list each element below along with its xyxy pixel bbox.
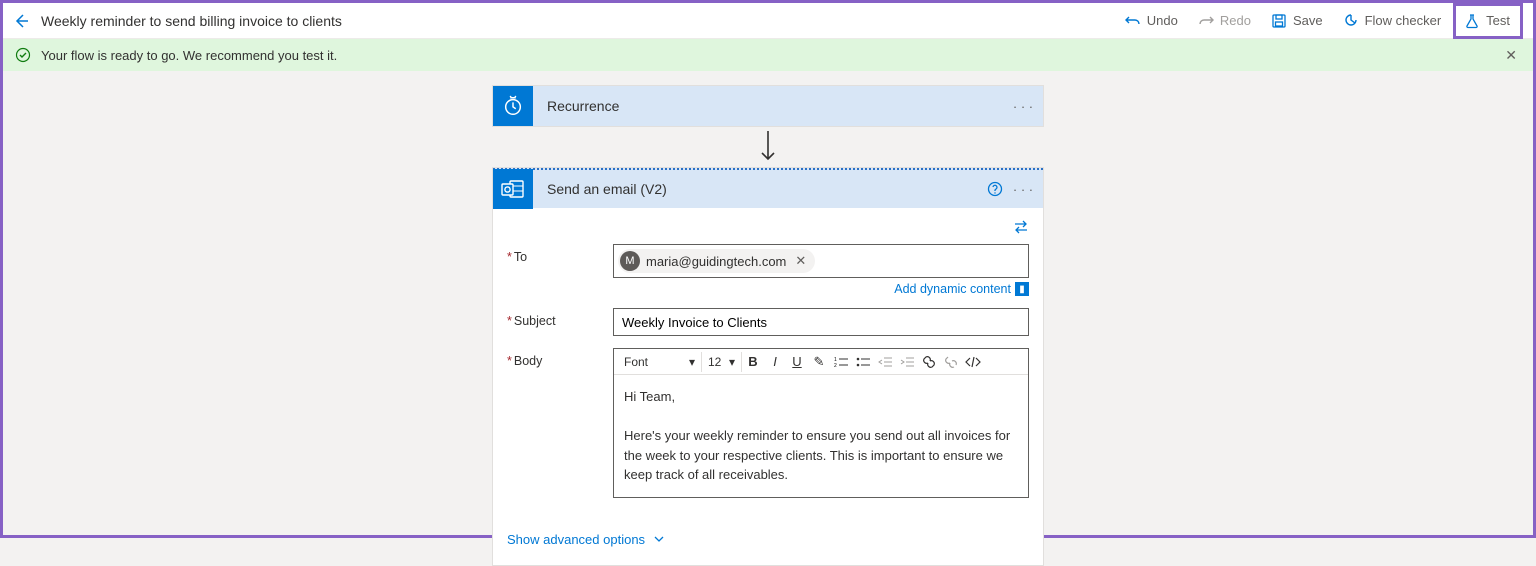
bullet-list-icon (856, 356, 870, 368)
outdent-icon (878, 356, 892, 368)
chevron-down-icon (653, 534, 665, 544)
test-button-highlight: Test (1453, 3, 1523, 39)
numbered-list-icon: 12 (834, 356, 848, 368)
body-editor[interactable]: Hi Team, Here's your weekly reminder to … (614, 375, 1028, 497)
font-selector[interactable]: Font ▾ (618, 352, 702, 372)
redo-label: Redo (1220, 13, 1251, 28)
flow-connector (759, 127, 777, 167)
outdent-button[interactable] (874, 352, 896, 372)
code-icon (965, 356, 981, 368)
bold-button[interactable]: B (742, 352, 764, 372)
numbered-list-button[interactable]: 12 (830, 352, 852, 372)
subject-label: *Subject (507, 308, 613, 328)
recurrence-menu-button[interactable]: · · · (1009, 92, 1037, 120)
recipient-chip[interactable]: M maria@guidingtech.com ✕ (618, 249, 815, 273)
swap-button[interactable] (1013, 220, 1029, 234)
close-icon: ✕ (795, 253, 806, 268)
add-dynamic-content-link[interactable]: Add dynamic content (894, 282, 1011, 296)
code-view-button[interactable] (962, 352, 984, 372)
chevron-down-icon: ▾ (689, 355, 695, 369)
send-email-card: Send an email (V2) · · · *To (492, 167, 1044, 566)
indent-button[interactable] (896, 352, 918, 372)
unlink-button[interactable] (940, 352, 962, 372)
show-advanced-options-link[interactable]: Show advanced options (507, 532, 665, 547)
avatar: M (620, 251, 640, 271)
ready-banner: Your flow is ready to go. We recommend y… (3, 39, 1533, 71)
remove-chip-button[interactable]: ✕ (792, 253, 809, 269)
bold-icon: B (748, 354, 757, 369)
send-email-header[interactable]: Send an email (V2) · · · (493, 168, 1043, 208)
send-email-menu-button[interactable]: · · · (1009, 175, 1037, 203)
redo-icon (1198, 13, 1214, 29)
save-button[interactable]: Save (1263, 7, 1331, 35)
check-circle-icon (15, 47, 31, 63)
recipient-email: maria@guidingtech.com (646, 254, 786, 269)
font-size-selector[interactable]: 12 ▾ (702, 352, 742, 372)
undo-label: Undo (1147, 13, 1178, 28)
subject-input[interactable] (613, 308, 1029, 336)
color-button[interactable]: ✎ (808, 352, 830, 372)
rich-text-toolbar: Font ▾ 12 ▾ B I U ✎ (614, 349, 1028, 375)
body-line-2: Here's your weekly reminder to ensure yo… (624, 426, 1018, 485)
flow-checker-button[interactable]: Flow checker (1335, 7, 1450, 35)
send-email-help-button[interactable] (981, 175, 1009, 203)
italic-icon: I (773, 354, 777, 369)
page-title: Weekly reminder to send billing invoice … (41, 13, 342, 29)
swap-icon (1013, 220, 1029, 234)
test-button[interactable]: Test (1458, 7, 1516, 35)
ellipsis-icon: · · · (1013, 99, 1033, 114)
link-button[interactable] (918, 352, 940, 372)
send-email-title: Send an email (V2) (533, 181, 981, 197)
banner-text: Your flow is ready to go. We recommend y… (41, 48, 337, 63)
close-banner-button[interactable]: ✕ (1501, 43, 1521, 68)
indent-icon (900, 356, 914, 368)
flow-checker-icon (1343, 13, 1359, 29)
redo-button[interactable]: Redo (1190, 7, 1259, 35)
save-label: Save (1293, 13, 1323, 28)
body-label: *Body (507, 348, 613, 368)
flow-checker-label: Flow checker (1365, 13, 1442, 28)
test-label: Test (1486, 13, 1510, 28)
top-toolbar: Weekly reminder to send billing invoice … (3, 3, 1533, 39)
help-circle-icon (987, 181, 1003, 197)
bullet-list-button[interactable] (852, 352, 874, 372)
close-icon: ✕ (1505, 47, 1517, 63)
undo-button[interactable]: Undo (1117, 7, 1186, 35)
body-line-1: Hi Team, (624, 387, 1018, 407)
chevron-down-icon: ▾ (729, 355, 735, 369)
italic-button[interactable]: I (764, 352, 786, 372)
underline-icon: U (792, 354, 801, 369)
undo-icon (1125, 13, 1141, 29)
svg-text:2: 2 (834, 363, 837, 368)
underline-button[interactable]: U (786, 352, 808, 372)
recurrence-title: Recurrence (533, 98, 1009, 114)
outlook-icon (493, 169, 533, 209)
recurrence-card[interactable]: Recurrence · · · (492, 85, 1044, 127)
to-input[interactable]: M maria@guidingtech.com ✕ (613, 244, 1029, 278)
to-label: *To (507, 244, 613, 264)
ellipsis-icon: · · · (1013, 182, 1033, 197)
pen-icon: ✎ (814, 354, 825, 370)
beaker-icon (1464, 13, 1480, 29)
save-icon (1271, 13, 1287, 29)
dynamic-content-badge-icon[interactable]: ▮ (1015, 282, 1029, 296)
recurrence-icon (493, 86, 533, 126)
link-icon (922, 355, 936, 369)
back-arrow-icon[interactable] (13, 13, 29, 29)
unlink-icon (944, 355, 958, 369)
